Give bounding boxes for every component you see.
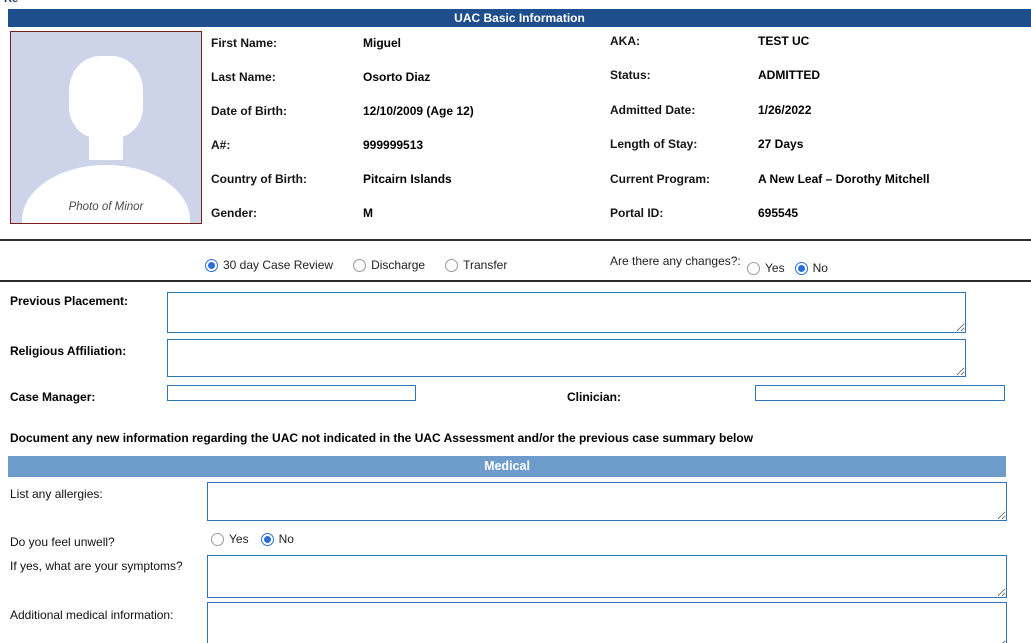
field-label: Last Name: bbox=[211, 70, 363, 84]
person-silhouette-icon bbox=[69, 56, 143, 138]
radio-changes-yes[interactable]: Yes bbox=[747, 261, 785, 275]
changes-radio-group: Yes No bbox=[747, 261, 828, 275]
radio-30-day-case-review[interactable]: 30 day Case Review bbox=[205, 258, 333, 272]
radio-label[interactable]: Yes bbox=[229, 532, 249, 546]
medical-section-header: Medical bbox=[8, 456, 1006, 477]
field-admitted-date: Admitted Date: 1/26/2022 bbox=[610, 103, 1025, 117]
symptoms-label: If yes, what are your symptoms? bbox=[10, 559, 183, 573]
field-value: 27 Days bbox=[758, 137, 803, 151]
field-value: ADMITTED bbox=[758, 68, 820, 82]
field-value: 1/26/2022 bbox=[758, 103, 811, 117]
radio-button[interactable] bbox=[353, 259, 366, 272]
field-gender: Gender: M bbox=[211, 206, 606, 220]
photo-caption: Photo of Minor bbox=[11, 201, 201, 213]
radio-label[interactable]: 30 day Case Review bbox=[223, 258, 333, 272]
radio-unwell-no[interactable]: No bbox=[261, 532, 294, 546]
divider-bottom bbox=[0, 280, 1031, 282]
field-label: First Name: bbox=[211, 36, 363, 50]
field-label: A#: bbox=[211, 138, 363, 152]
review-type-radio-group: 30 day Case Review Discharge Transfer bbox=[205, 258, 507, 272]
field-status: Status: ADMITTED bbox=[610, 68, 1025, 82]
religious-affiliation-label: Religious Affiliation: bbox=[10, 344, 126, 358]
divider-top bbox=[0, 239, 1031, 241]
field-value: Pitcairn Islands bbox=[363, 172, 452, 186]
radio-button[interactable] bbox=[445, 259, 458, 272]
unwell-label: Do you feel unwell? bbox=[10, 535, 115, 549]
radio-button[interactable] bbox=[261, 533, 274, 546]
radio-label[interactable]: No bbox=[813, 261, 828, 275]
field-a-number: A#: 999999513 bbox=[211, 138, 606, 152]
changes-question-label: Are there any changes?: bbox=[610, 254, 741, 268]
field-value: Osorto Diaz bbox=[363, 70, 430, 84]
field-country-of-birth: Country of Birth: Pitcairn Islands bbox=[211, 172, 606, 186]
field-label: Length of Stay: bbox=[610, 137, 758, 151]
clinician-input[interactable] bbox=[755, 385, 1005, 401]
field-value: Miguel bbox=[363, 36, 401, 50]
radio-button[interactable] bbox=[205, 259, 218, 272]
document-note: Document any new information regarding t… bbox=[10, 431, 753, 445]
case-review-page: Re UAC Basic Information Photo of Minor … bbox=[0, 0, 1031, 643]
person-silhouette-neck bbox=[89, 130, 123, 160]
field-current-program: Current Program: A New Leaf – Dorothy Mi… bbox=[610, 172, 1025, 186]
uac-basic-info-header: UAC Basic Information bbox=[8, 9, 1031, 27]
unwell-radio-group: Yes No bbox=[211, 532, 294, 546]
radio-changes-no[interactable]: No bbox=[795, 261, 828, 275]
field-label: Status: bbox=[610, 68, 758, 82]
radio-label[interactable]: Discharge bbox=[371, 258, 425, 272]
symptoms-textarea[interactable] bbox=[207, 555, 1007, 598]
field-label: Portal ID: bbox=[610, 206, 758, 220]
basic-info-left-column: First Name: Miguel Last Name: Osorto Dia… bbox=[211, 33, 606, 223]
radio-label[interactable]: No bbox=[279, 532, 294, 546]
field-value: M bbox=[363, 206, 373, 220]
field-length-of-stay: Length of Stay: 27 Days bbox=[610, 137, 1025, 151]
field-first-name: First Name: Miguel bbox=[211, 36, 606, 50]
person-silhouette-shoulders bbox=[22, 165, 190, 224]
religious-affiliation-textarea[interactable] bbox=[167, 339, 966, 377]
field-label: AKA: bbox=[610, 34, 758, 48]
additional-medical-textarea[interactable] bbox=[207, 602, 1007, 643]
case-manager-label: Case Manager: bbox=[10, 390, 95, 404]
field-value: A New Leaf – Dorothy Mitchell bbox=[758, 172, 930, 186]
field-date-of-birth: Date of Birth: 12/10/2009 (Age 12) bbox=[211, 104, 606, 118]
field-label: Current Program: bbox=[610, 172, 758, 186]
radio-button[interactable] bbox=[211, 533, 224, 546]
basic-info-right-column: AKA: TEST UC Status: ADMITTED Admitted D… bbox=[610, 31, 1025, 223]
field-value: 999999513 bbox=[363, 138, 423, 152]
clipped-top-text: Re bbox=[4, 0, 18, 5]
case-manager-input[interactable] bbox=[167, 385, 416, 401]
field-value: TEST UC bbox=[758, 34, 809, 48]
field-value: 12/10/2009 (Age 12) bbox=[363, 104, 474, 118]
radio-unwell-yes[interactable]: Yes bbox=[211, 532, 249, 546]
clinician-label: Clinician: bbox=[567, 390, 621, 404]
allergies-textarea[interactable] bbox=[207, 482, 1007, 521]
radio-discharge[interactable]: Discharge bbox=[353, 258, 425, 272]
radio-label[interactable]: Transfer bbox=[463, 258, 507, 272]
additional-medical-label: Additional medical information: bbox=[10, 608, 173, 622]
field-portal-id: Portal ID: 695545 bbox=[610, 206, 1025, 220]
field-label: Admitted Date: bbox=[610, 103, 758, 117]
radio-label[interactable]: Yes bbox=[765, 261, 785, 275]
allergies-label: List any allergies: bbox=[10, 487, 103, 501]
radio-button[interactable] bbox=[747, 262, 760, 275]
field-label: Date of Birth: bbox=[211, 104, 363, 118]
field-aka: AKA: TEST UC bbox=[610, 34, 1025, 48]
photo-of-minor: Photo of Minor bbox=[10, 31, 202, 224]
field-label: Gender: bbox=[211, 206, 363, 220]
previous-placement-label: Previous Placement: bbox=[10, 294, 128, 308]
previous-placement-textarea[interactable] bbox=[167, 292, 966, 333]
radio-transfer[interactable]: Transfer bbox=[445, 258, 507, 272]
field-value: 695545 bbox=[758, 206, 798, 220]
radio-button[interactable] bbox=[795, 262, 808, 275]
field-label: Country of Birth: bbox=[211, 172, 363, 186]
field-last-name: Last Name: Osorto Diaz bbox=[211, 70, 606, 84]
